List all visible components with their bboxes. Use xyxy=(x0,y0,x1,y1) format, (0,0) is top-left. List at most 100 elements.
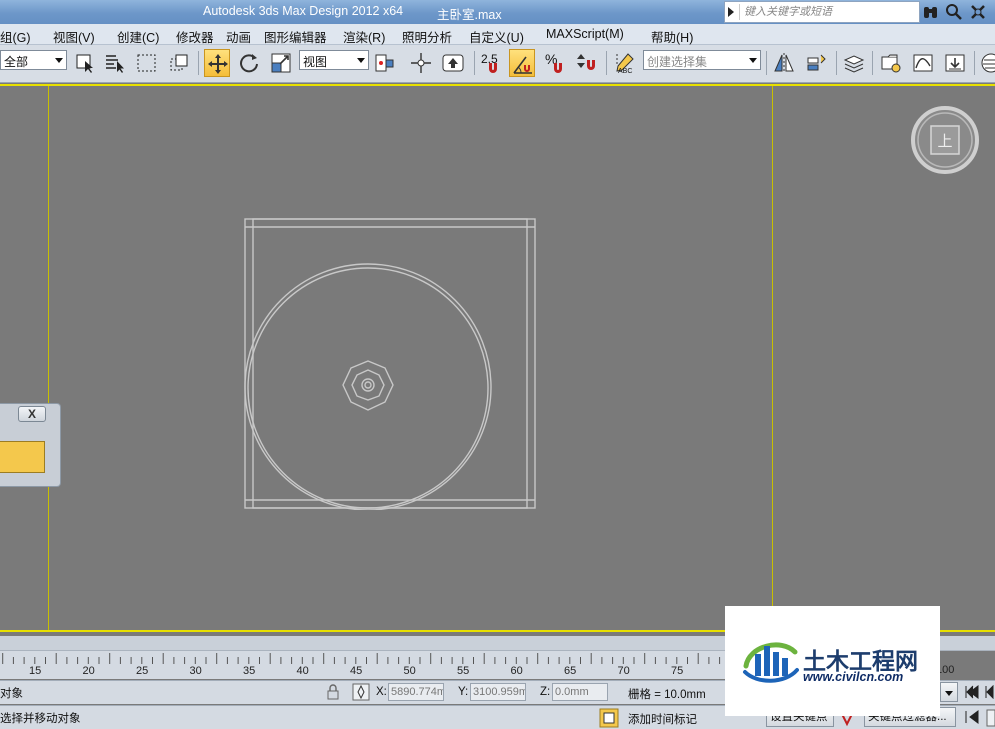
menu-help[interactable]: 帮助(H) xyxy=(651,27,693,46)
select-and-move-button[interactable] xyxy=(204,49,230,77)
scene-explorer-icon xyxy=(881,54,901,73)
menu-maxscript[interactable]: MAXScript(M) xyxy=(546,27,624,41)
toolbar-separator xyxy=(974,51,975,75)
toolbar-separator xyxy=(766,51,767,75)
percent-snap-toggle-button[interactable]: % xyxy=(542,49,568,77)
pivot-center-button[interactable] xyxy=(372,49,398,77)
ruler-tick-label: 30 xyxy=(189,665,202,677)
search-expand-icon[interactable] xyxy=(728,7,734,17)
select-by-name-button[interactable] xyxy=(102,49,128,77)
select-object-button[interactable] xyxy=(72,49,98,77)
snap-magnet-icon xyxy=(489,63,497,73)
align-button[interactable] xyxy=(803,49,829,77)
keyboard-shortcut-override-button[interactable] xyxy=(440,49,466,77)
prompt-line: 选择并移动对象 xyxy=(0,713,81,725)
communication-center-icon[interactable] xyxy=(945,3,963,21)
angle-snap-toggle-button[interactable] xyxy=(509,49,535,77)
safe-frame-left xyxy=(48,86,49,630)
snaps-toggle-button[interactable]: 2.5 xyxy=(478,49,504,77)
binoculars-icon[interactable] xyxy=(922,3,940,21)
menu-customize[interactable]: 自定义(U) xyxy=(469,27,524,46)
curve-editor-button[interactable] xyxy=(910,49,936,77)
percent-magnet-icon xyxy=(554,63,562,73)
select-and-scale-button[interactable] xyxy=(268,49,294,77)
z-coordinate-field[interactable]: 0.0mm xyxy=(552,683,608,701)
scale-icon xyxy=(271,53,291,73)
schematic-view-button[interactable] xyxy=(942,49,968,77)
ruler-tick-label: 70 xyxy=(617,665,630,677)
menu-bar: 组(G) 视图(V) 创建(C) 修改器 动画 图形编辑器 渲染(R) 照明分析… xyxy=(0,24,995,45)
add-time-tag[interactable]: 添加时间标记 xyxy=(628,711,697,727)
menu-rendering[interactable]: 渲染(R) xyxy=(343,27,385,46)
x-coordinate-field[interactable]: 5890.774m xyxy=(388,683,444,701)
mirror-button[interactable] xyxy=(771,49,797,77)
viewcube[interactable]: 上 xyxy=(909,104,981,176)
edit-named-selection-button[interactable]: ABC xyxy=(612,49,638,77)
angle-snap-icon xyxy=(513,56,532,74)
menu-modifiers[interactable]: 修改器 xyxy=(176,27,214,46)
menu-create[interactable]: 创建(C) xyxy=(117,27,159,46)
search-input[interactable] xyxy=(739,4,917,20)
menu-animation[interactable]: 动画 xyxy=(226,27,251,46)
menu-view[interactable]: 视图(V) xyxy=(53,27,95,46)
selection-filter-dropdown[interactable]: 全部 xyxy=(0,50,67,70)
floating-dialog[interactable]: X xyxy=(0,403,61,487)
select-manipulate-button[interactable] xyxy=(408,49,434,77)
lock-icon[interactable] xyxy=(326,684,340,700)
scene-explorer-button[interactable] xyxy=(878,49,904,77)
info-center-search[interactable] xyxy=(724,1,920,23)
top-viewport[interactable]: 上 xyxy=(0,84,995,632)
main-toolbar: 全部 视图 2.5 % ABC 创建选择集 xyxy=(0,45,995,83)
center-ring xyxy=(361,378,375,392)
menu-graph-editors[interactable]: 图形编辑器 xyxy=(264,27,327,46)
ruler-tick-label: 60 xyxy=(510,665,523,677)
layer-manager-button[interactable] xyxy=(841,49,867,77)
key-mode-dropdown[interactable] xyxy=(940,682,958,702)
favorites-icon[interactable] xyxy=(969,3,987,21)
material-editor-icon xyxy=(981,53,995,73)
named-selection-set-dropdown[interactable]: 创建选择集 xyxy=(643,50,761,70)
rectangular-selection-button[interactable] xyxy=(134,49,160,77)
go-to-end-icon[interactable] xyxy=(964,710,980,724)
safe-frame-right xyxy=(772,86,773,630)
select-by-name-icon xyxy=(106,55,124,73)
ruler-tick-label: 35 xyxy=(243,665,256,677)
keyboard-override-icon xyxy=(442,54,464,72)
toolbar-separator xyxy=(872,51,873,75)
select-and-rotate-button[interactable] xyxy=(236,49,262,77)
ruler-tick-label: 55 xyxy=(457,665,470,677)
ruler-tick-label: 65 xyxy=(564,665,577,677)
outer-box-edge xyxy=(244,218,536,509)
y-coordinate-field[interactable]: 3100.959m xyxy=(470,683,526,701)
go-to-start-icon[interactable] xyxy=(964,685,980,699)
chevron-down-icon xyxy=(55,58,63,63)
spinner-snap-toggle-button[interactable] xyxy=(574,49,600,77)
material-editor-button[interactable] xyxy=(978,49,995,77)
wireframe-object[interactable] xyxy=(235,210,545,510)
previous-frame-icon[interactable] xyxy=(984,685,994,699)
toolbar-separator xyxy=(198,51,199,75)
window-crossing-button[interactable] xyxy=(166,49,192,77)
mirror-icon xyxy=(774,53,794,73)
manipulate-icon xyxy=(411,53,431,73)
center-point xyxy=(364,381,372,389)
menu-lighting-analysis[interactable]: 照明分析 xyxy=(402,27,452,46)
colour-swatch[interactable] xyxy=(0,441,45,473)
absolute-mode-icon[interactable] xyxy=(352,683,370,701)
title-bar: Autodesk 3ds Max Design 2012 x64 主卧室.max xyxy=(0,0,995,24)
viewcube-face-label: 上 xyxy=(937,132,952,150)
named-selection-set-placeholder: 创建选择集 xyxy=(647,55,708,69)
align-icon xyxy=(807,54,826,71)
x-coordinate-label: X: xyxy=(376,686,387,698)
track-bar[interactable]: 15 20 25 30 35 40 45 50 55 60 65 70 75 xyxy=(0,651,725,679)
close-button[interactable]: X xyxy=(18,406,46,422)
ruler-tick-label: 75 xyxy=(671,665,684,677)
watermark-url: www.civilcn.com xyxy=(803,670,904,684)
time-config-icon[interactable] xyxy=(986,709,995,727)
time-tag-icon[interactable] xyxy=(599,708,619,728)
ruler-tick-label: 15 xyxy=(29,665,42,677)
reference-coordinate-dropdown[interactable]: 视图 xyxy=(299,50,369,70)
toolbar-separator xyxy=(474,51,475,75)
selection-status: 对象 xyxy=(0,688,23,700)
menu-group[interactable]: 组(G) xyxy=(0,27,31,46)
